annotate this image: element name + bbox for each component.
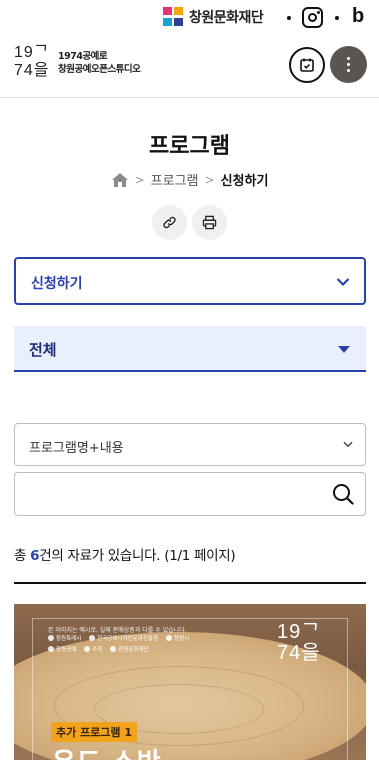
search-field-value: 프로그램명+내용 (29, 441, 124, 456)
result-count: 총 6건의 자료가 있습니다. (1/1 페이지) (14, 548, 236, 564)
program-title: 우드 소반 (52, 742, 162, 760)
sponsor-logo: 창원문화재단 (110, 645, 148, 653)
more-vertical-icon (347, 57, 350, 60)
sponsor-logo: 주최 (84, 645, 102, 653)
site-header: 19ᄀ 74을 1974공예로 창원공예오픈스튜디오 (0, 36, 379, 98)
apply-status-select[interactable]: 신청하기 (14, 257, 366, 305)
brand-home-link[interactable]: 19ᄀ 74을 1974공예로 창원공예오픈스튜디오 (14, 44, 141, 82)
breadcrumb-item[interactable]: 프로그램 (151, 170, 199, 189)
chevron-down-icon (343, 441, 353, 448)
separator-dot (287, 16, 291, 20)
calendar-button[interactable] (289, 47, 325, 83)
separator-dot (335, 16, 339, 20)
apply-status-value: 신청하기 (31, 276, 83, 292)
sponsor-logo: 한국공예디자인문화진흥원 (89, 634, 158, 642)
copy-link-button[interactable] (152, 205, 187, 240)
print-icon (202, 215, 217, 230)
chevron-right-icon: > (134, 172, 145, 187)
breadcrumb: > 프로그램 > 신청하기 (0, 170, 379, 189)
search-field-select[interactable]: 프로그램명+내용 (14, 423, 366, 466)
share-tools (0, 205, 379, 240)
program-card-thumbnail[interactable]: 본 이미지는 예시로, 실제 판매상품과 다를 수 있습니다. 창원특례시 한국… (14, 604, 366, 760)
print-button[interactable] (192, 205, 227, 240)
search-icon[interactable] (332, 483, 354, 505)
sponsor-logo: 창원공예 (48, 645, 76, 653)
sponsor-logo: 창원시 (166, 634, 189, 642)
caret-down-icon (338, 346, 350, 353)
page-title: 프로그램 (149, 134, 230, 159)
brand-name: 1974공예로 창원공예오픈스튜디오 (58, 51, 141, 75)
home-icon[interactable] (111, 172, 129, 188)
foundation-name: 창원문화재단 (189, 10, 264, 26)
search-input[interactable] (25, 481, 325, 507)
link-icon (163, 216, 176, 229)
search-box (14, 472, 366, 516)
more-menu-button[interactable] (330, 46, 367, 83)
poster-sponsors: 창원특례시 한국공예디자인문화진흥원 창원시 창원공예 주최 창원문화재단 (48, 634, 208, 653)
foundation-logo[interactable]: 창원문화재단 (163, 7, 264, 27)
breadcrumb-current: 신청하기 (220, 174, 269, 189)
utility-bar: 창원문화재단 b (0, 0, 379, 36)
chevron-right-icon: > (204, 172, 215, 187)
category-select[interactable]: 전체 (14, 326, 366, 372)
program-badge: 추가 프로그램 1 (51, 722, 138, 742)
result-count-number: 6 (30, 548, 40, 564)
poster-logo: 19ᄀ 74을 (277, 621, 321, 664)
foundation-logo-mark (163, 7, 185, 27)
brand-logo: 19ᄀ 74을 (14, 44, 50, 79)
category-value: 전체 (29, 341, 57, 359)
blog-icon[interactable]: b (352, 5, 364, 28)
instagram-icon[interactable] (302, 7, 323, 28)
chevron-down-icon (336, 278, 350, 287)
poster-note: 본 이미지는 예시로, 실제 판매상품과 다를 수 있습니다. (48, 627, 187, 634)
calendar-icon (300, 58, 314, 72)
sponsor-logo: 창원특례시 (48, 634, 81, 642)
list-divider (14, 582, 366, 584)
